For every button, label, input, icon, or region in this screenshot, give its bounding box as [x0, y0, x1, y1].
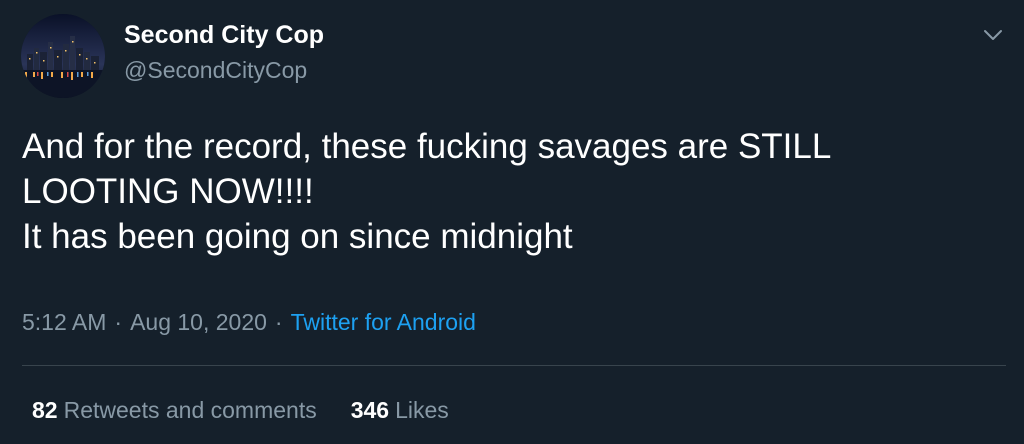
tweet-stats: 82 Retweets and comments 346 Likes: [32, 395, 449, 425]
retweets-stat[interactable]: 82 Retweets and comments: [32, 395, 317, 425]
meta-separator: ·: [274, 309, 283, 335]
avatar[interactable]: [21, 14, 105, 98]
tweet-text-line: It has been going on since midnight: [22, 217, 573, 256]
tweet-time[interactable]: 5:12 AM: [22, 309, 106, 335]
likes-stat[interactable]: 346 Likes: [351, 395, 449, 425]
city-skyline-icon: [21, 14, 105, 98]
tweet-text-line: And for the record, these fucking savage…: [22, 127, 832, 166]
chevron-down-icon: [984, 30, 1002, 40]
tweet-menu-button[interactable]: [976, 18, 1010, 52]
likes-count: 346: [350, 397, 390, 423]
tweet-metadata: 5:12 AM · Aug 10, 2020 · Twitter for Android: [22, 307, 476, 337]
tweet-date[interactable]: Aug 10, 2020: [130, 309, 267, 335]
retweets-label: Retweets and comments: [63, 397, 317, 423]
tweet-card: Second City Cop @SecondCityCop And for t…: [0, 0, 1024, 444]
tweet-source-link[interactable]: Twitter for Android: [291, 309, 476, 335]
tweet-text: And for the record, these fucking savage…: [22, 124, 1002, 259]
tweet-text-line: LOOTING NOW!!!!: [22, 172, 314, 211]
retweets-count: 82: [32, 397, 58, 423]
likes-label: Likes: [395, 397, 449, 423]
divider: [22, 365, 1006, 366]
meta-separator: ·: [114, 309, 123, 335]
author-handle[interactable]: @SecondCityCop: [124, 55, 307, 85]
author-display-name[interactable]: Second City Cop: [124, 19, 324, 51]
